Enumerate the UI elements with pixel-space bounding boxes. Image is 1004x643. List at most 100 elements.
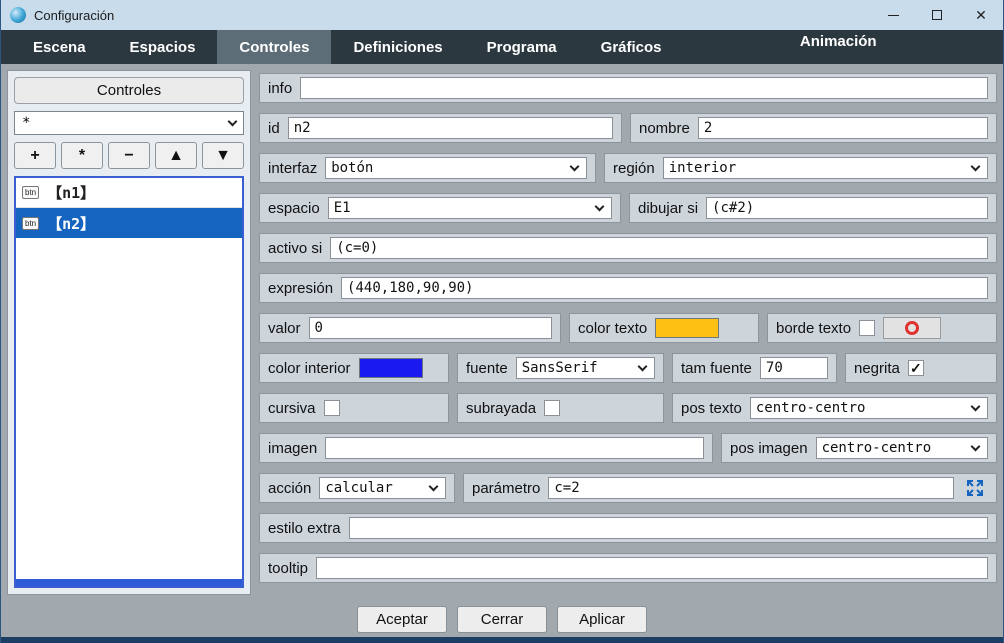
color-texto-label: color texto	[578, 320, 647, 337]
subrayada-checkbox[interactable]	[544, 400, 560, 416]
dibujar-si-value: (c#2)	[712, 200, 754, 216]
borde-texto-checkbox[interactable]	[859, 320, 875, 336]
window-title: Configuración	[34, 8, 114, 23]
interfaz-label: interfaz	[268, 160, 317, 177]
button-type-badge: btn	[22, 186, 39, 199]
apply-button[interactable]: Aplicar	[557, 606, 647, 633]
field-imagen: imagen	[259, 433, 713, 463]
activo-si-label: activo si	[268, 240, 322, 257]
cursiva-label: cursiva	[268, 400, 316, 417]
tab-controles[interactable]: Controles	[217, 30, 331, 64]
parametro-input[interactable]: c=2	[548, 477, 954, 499]
subrayada-label: subrayada	[466, 400, 536, 417]
field-id: id n2	[259, 113, 622, 143]
expand-editor-button[interactable]	[962, 476, 988, 500]
list-item-n1[interactable]: btn 【n1】	[16, 178, 242, 208]
imagen-input[interactable]	[325, 437, 704, 459]
info-input[interactable]	[300, 77, 988, 99]
add-control-button[interactable]: +	[14, 142, 56, 169]
tab-animacion[interactable]: Animación	[684, 30, 993, 64]
checkbox-mark: ✓	[910, 360, 922, 377]
move-up-button[interactable]: ▲	[155, 142, 197, 169]
properties-panel: info id n2 nombre 2 interfaz	[259, 70, 997, 595]
window-bottom-border	[1, 637, 1003, 643]
tam-fuente-value: 70	[766, 360, 783, 376]
pos-imagen-select[interactable]: centro-centro	[816, 437, 988, 459]
valor-input[interactable]: 0	[309, 317, 552, 339]
field-espacio: espacio E1	[259, 193, 621, 223]
id-value: n2	[294, 120, 311, 136]
valor-value: 0	[315, 320, 323, 336]
button-type-badge: btn	[22, 217, 39, 230]
field-subrayada: subrayada	[457, 393, 664, 423]
field-info: info	[259, 73, 997, 103]
pos-texto-select[interactable]: centro-centro	[750, 397, 988, 419]
tab-escena[interactable]: Escena	[11, 30, 108, 64]
horizontal-scrollbar[interactable]	[16, 579, 242, 586]
window-controls: ✕	[871, 0, 1003, 30]
field-tooltip: tooltip	[259, 553, 997, 583]
chevron-down-icon	[971, 161, 981, 171]
field-expresion: expresión (440,180,90,90)	[259, 273, 997, 303]
borde-texto-label: borde texto	[776, 320, 851, 337]
expresion-input[interactable]: (440,180,90,90)	[341, 277, 988, 299]
maximize-button[interactable]	[915, 0, 959, 30]
accept-button[interactable]: Aceptar	[357, 606, 447, 633]
duplicate-control-button[interactable]: *	[61, 142, 103, 169]
color-interior-swatch[interactable]	[359, 358, 423, 378]
field-negrita: negrita ✓	[845, 353, 997, 383]
nombre-input[interactable]: 2	[698, 117, 988, 139]
id-input[interactable]: n2	[288, 117, 613, 139]
tab-espacios[interactable]: Espacios	[108, 30, 218, 64]
tooltip-input[interactable]	[316, 557, 988, 579]
espacio-select[interactable]: E1	[328, 197, 612, 219]
titlebar[interactable]: Configuración ✕	[1, 0, 1003, 30]
tab-graficos[interactable]: Gráficos	[579, 30, 684, 64]
remove-control-button[interactable]: −	[108, 142, 150, 169]
expand-icon	[965, 478, 985, 498]
field-valor: valor 0	[259, 313, 561, 343]
chevron-down-icon	[638, 361, 648, 371]
espacio-value: E1	[334, 200, 351, 216]
color-texto-swatch[interactable]	[655, 318, 719, 338]
item-label: 【n2】	[47, 213, 95, 234]
accion-label: acción	[268, 480, 311, 497]
tam-fuente-input[interactable]: 70	[760, 357, 828, 379]
config-window: Configuración ✕ Escena Espacios Controle…	[0, 0, 1004, 643]
dibujar-si-input[interactable]: (c#2)	[706, 197, 988, 219]
cursiva-checkbox[interactable]	[324, 400, 340, 416]
minimize-button[interactable]	[871, 0, 915, 30]
chevron-down-icon	[570, 161, 580, 171]
chevron-down-icon	[971, 441, 981, 451]
region-select[interactable]: interior	[663, 157, 988, 179]
estilo-extra-input[interactable]	[349, 517, 988, 539]
field-activo-si: activo si (c=0)	[259, 233, 997, 263]
list-item-n2[interactable]: btn 【n2】	[16, 208, 242, 238]
close-dialog-button[interactable]: Cerrar	[457, 606, 547, 633]
pos-imagen-label: pos imagen	[730, 440, 808, 457]
chevron-down-icon	[971, 401, 981, 411]
field-pos-imagen: pos imagen centro-centro	[721, 433, 997, 463]
borde-texto-color-button[interactable]	[883, 317, 941, 339]
main-area: Controles * + * − ▲ ▼ btn 【n1】 btn 【n2】	[1, 64, 1003, 601]
tab-bar: Escena Espacios Controles Definiciones P…	[1, 30, 1003, 64]
negrita-checkbox[interactable]: ✓	[908, 360, 924, 376]
interfaz-select[interactable]: botón	[325, 157, 587, 179]
accion-select[interactable]: calcular	[319, 477, 446, 499]
id-label: id	[268, 120, 280, 137]
info-label: info	[268, 80, 292, 97]
tab-programa[interactable]: Programa	[465, 30, 579, 64]
activo-si-input[interactable]: (c=0)	[330, 237, 988, 259]
field-borde-texto: borde texto	[767, 313, 997, 343]
tab-definiciones[interactable]: Definiciones	[331, 30, 464, 64]
filter-select[interactable]: *	[14, 111, 244, 135]
field-estilo-extra: estilo extra	[259, 513, 997, 543]
fuente-value: SansSerif	[522, 360, 598, 376]
close-button[interactable]: ✕	[959, 0, 1003, 30]
fuente-label: fuente	[466, 360, 508, 377]
move-down-button[interactable]: ▼	[202, 142, 244, 169]
activo-si-value: (c=0)	[336, 240, 378, 256]
panel-header-button[interactable]: Controles	[14, 77, 244, 104]
tooltip-label: tooltip	[268, 560, 308, 577]
fuente-select[interactable]: SansSerif	[516, 357, 655, 379]
